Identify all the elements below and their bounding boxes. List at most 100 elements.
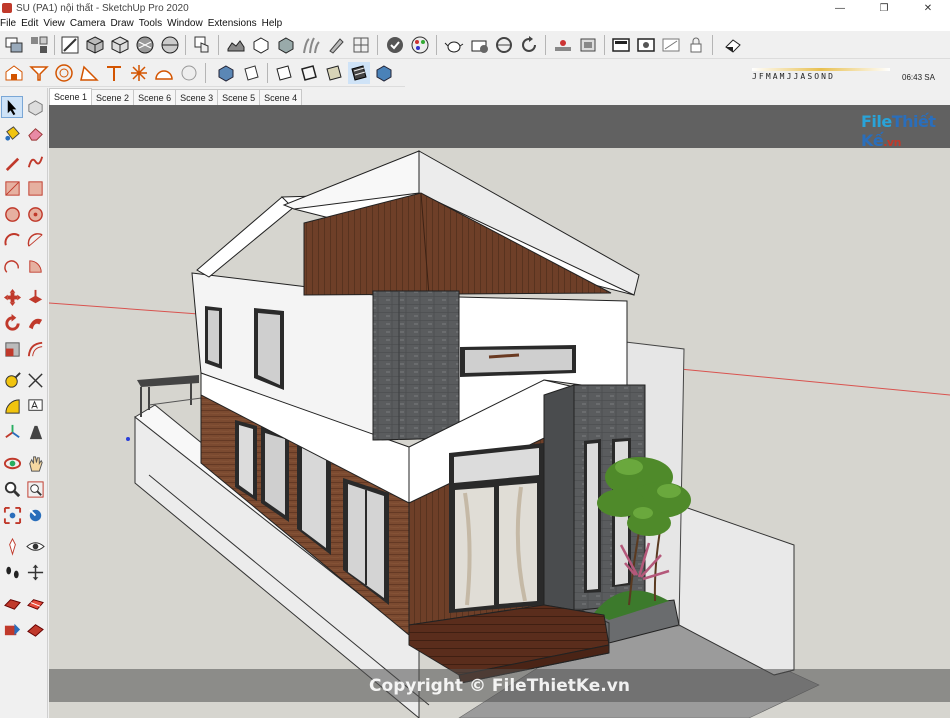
- menu-file[interactable]: File: [0, 18, 21, 29]
- section-fill-icon[interactable]: [577, 34, 599, 56]
- protractor-tool-icon[interactable]: [1, 395, 23, 417]
- menu-view[interactable]: View: [43, 18, 70, 29]
- paint-bucket-icon[interactable]: [1, 122, 23, 144]
- shadow-slider-track[interactable]: [752, 68, 890, 71]
- zoom-extents-icon[interactable]: [59, 34, 81, 56]
- text-tool-icon[interactable]: [24, 395, 46, 417]
- sandbox-from-contours-icon[interactable]: [1, 592, 23, 614]
- menu-camera[interactable]: Camera: [70, 18, 111, 29]
- shadow-month-slider[interactable]: JFMAMJJASOND: [748, 66, 898, 86]
- lock-icon[interactable]: [685, 34, 707, 56]
- face-style-hidden-icon[interactable]: [298, 62, 320, 84]
- sun-burst-icon[interactable]: [128, 62, 150, 84]
- offset-icon[interactable]: [24, 338, 46, 360]
- face-style-wire-icon[interactable]: [273, 62, 295, 84]
- two-point-arc-icon[interactable]: [24, 229, 46, 251]
- top-view-icon[interactable]: [109, 34, 131, 56]
- zoom-extents-tool-icon[interactable]: [1, 504, 23, 526]
- axes-tool-icon[interactable]: [1, 421, 23, 443]
- orbit-icon[interactable]: [1, 452, 23, 474]
- sandbox-icon[interactable]: [225, 34, 247, 56]
- close-button[interactable]: ✕: [906, 0, 950, 16]
- circle-target-icon[interactable]: [53, 62, 75, 84]
- extension-warehouse-icon[interactable]: [468, 34, 490, 56]
- menu-edit[interactable]: Edit: [21, 18, 43, 29]
- grid-icon[interactable]: [350, 34, 372, 56]
- tab-scene-2[interactable]: Scene 2: [91, 89, 135, 105]
- protractor-icon[interactable]: [78, 62, 100, 84]
- style-hidden-line-icon[interactable]: [660, 34, 682, 56]
- tab-scene-3[interactable]: Scene 3: [175, 89, 219, 105]
- select-arrow-icon[interactable]: [1, 96, 23, 118]
- look-around-eye-icon[interactable]: [24, 535, 46, 557]
- line-pencil-icon[interactable]: [1, 151, 23, 173]
- palette-icon[interactable]: [409, 34, 431, 56]
- tab-scene-1[interactable]: Scene 1: [49, 88, 93, 105]
- iso-view-icon[interactable]: [84, 34, 106, 56]
- sandbox-from-scratch-icon[interactable]: [24, 592, 46, 614]
- eraser-shadow-icon[interactable]: [722, 34, 744, 56]
- eraser-icon[interactable]: [24, 122, 46, 144]
- front-view-icon[interactable]: [134, 34, 156, 56]
- sync-icon[interactable]: [493, 34, 515, 56]
- box-outline-icon[interactable]: [250, 34, 272, 56]
- rectangle-icon[interactable]: [1, 177, 23, 199]
- solid-box-blue-icon[interactable]: [215, 62, 237, 84]
- 3d-text-icon[interactable]: [24, 421, 46, 443]
- tab-scene-6[interactable]: Scene 6: [133, 89, 177, 105]
- push-pull-icon[interactable]: [24, 286, 46, 308]
- rotate-icon[interactable]: [1, 312, 23, 334]
- position-camera-icon[interactable]: [1, 535, 23, 557]
- polygon-icon[interactable]: [24, 203, 46, 225]
- funnel-icon[interactable]: [28, 62, 50, 84]
- arc-icon[interactable]: [1, 229, 23, 251]
- style-wireframe-icon[interactable]: [635, 34, 657, 56]
- menu-extensions[interactable]: Extensions: [208, 18, 262, 29]
- make-component-icon[interactable]: [24, 96, 46, 118]
- box-solid-icon[interactable]: [275, 34, 297, 56]
- walk-footprints-icon[interactable]: [1, 561, 23, 583]
- model-viewport[interactable]: FileThiết Kế.vn Copyright © FileThietKe.…: [49, 105, 950, 718]
- select-mode-icon[interactable]: [3, 34, 25, 56]
- face-style-mono-icon[interactable]: [373, 62, 395, 84]
- style-xray-icon[interactable]: [610, 34, 632, 56]
- refresh-icon[interactable]: [518, 34, 540, 56]
- pan-hand-icon[interactable]: [24, 452, 46, 474]
- tape-measure-icon[interactable]: [1, 369, 23, 391]
- menu-window[interactable]: Window: [167, 18, 208, 29]
- zoom-window-icon[interactable]: [24, 478, 46, 500]
- pie-icon[interactable]: [24, 255, 46, 277]
- dome-icon[interactable]: [153, 62, 175, 84]
- restore-button[interactable]: ❐: [862, 0, 906, 16]
- check-model-icon[interactable]: [384, 34, 406, 56]
- circle-icon[interactable]: [1, 203, 23, 225]
- zoom-icon[interactable]: [1, 478, 23, 500]
- move-icon[interactable]: [1, 286, 23, 308]
- t-square-icon[interactable]: [103, 62, 125, 84]
- sphere-grey-icon[interactable]: [178, 62, 200, 84]
- scale-icon[interactable]: [1, 338, 23, 360]
- section-plane-icon[interactable]: [552, 34, 574, 56]
- hand-select-icon[interactable]: [191, 34, 213, 56]
- warehouse-icon[interactable]: [3, 62, 25, 84]
- menu-help[interactable]: Help: [262, 18, 288, 29]
- minimize-button[interactable]: —: [818, 0, 862, 16]
- pencil-ruler-icon[interactable]: [325, 34, 347, 56]
- component-icon[interactable]: [28, 34, 50, 56]
- dimension-icon[interactable]: [24, 369, 46, 391]
- previous-view-icon[interactable]: [24, 504, 46, 526]
- rotated-rectangle-icon[interactable]: [24, 177, 46, 199]
- tab-scene-5[interactable]: Scene 5: [217, 89, 261, 105]
- smoove-icon[interactable]: [1, 618, 23, 640]
- right-view-icon[interactable]: [159, 34, 181, 56]
- menu-draw[interactable]: Draw: [110, 18, 138, 29]
- follow-me-icon[interactable]: [24, 312, 46, 334]
- menu-tools[interactable]: Tools: [139, 18, 167, 29]
- grass-icon[interactable]: [300, 34, 322, 56]
- tab-scene-4[interactable]: Scene 4: [259, 89, 303, 105]
- face-style-textured-icon[interactable]: [348, 62, 370, 84]
- three-point-arc-icon[interactable]: [1, 255, 23, 277]
- freehand-icon[interactable]: [24, 151, 46, 173]
- solid-union-icon[interactable]: [240, 62, 262, 84]
- stamp-icon[interactable]: [24, 618, 46, 640]
